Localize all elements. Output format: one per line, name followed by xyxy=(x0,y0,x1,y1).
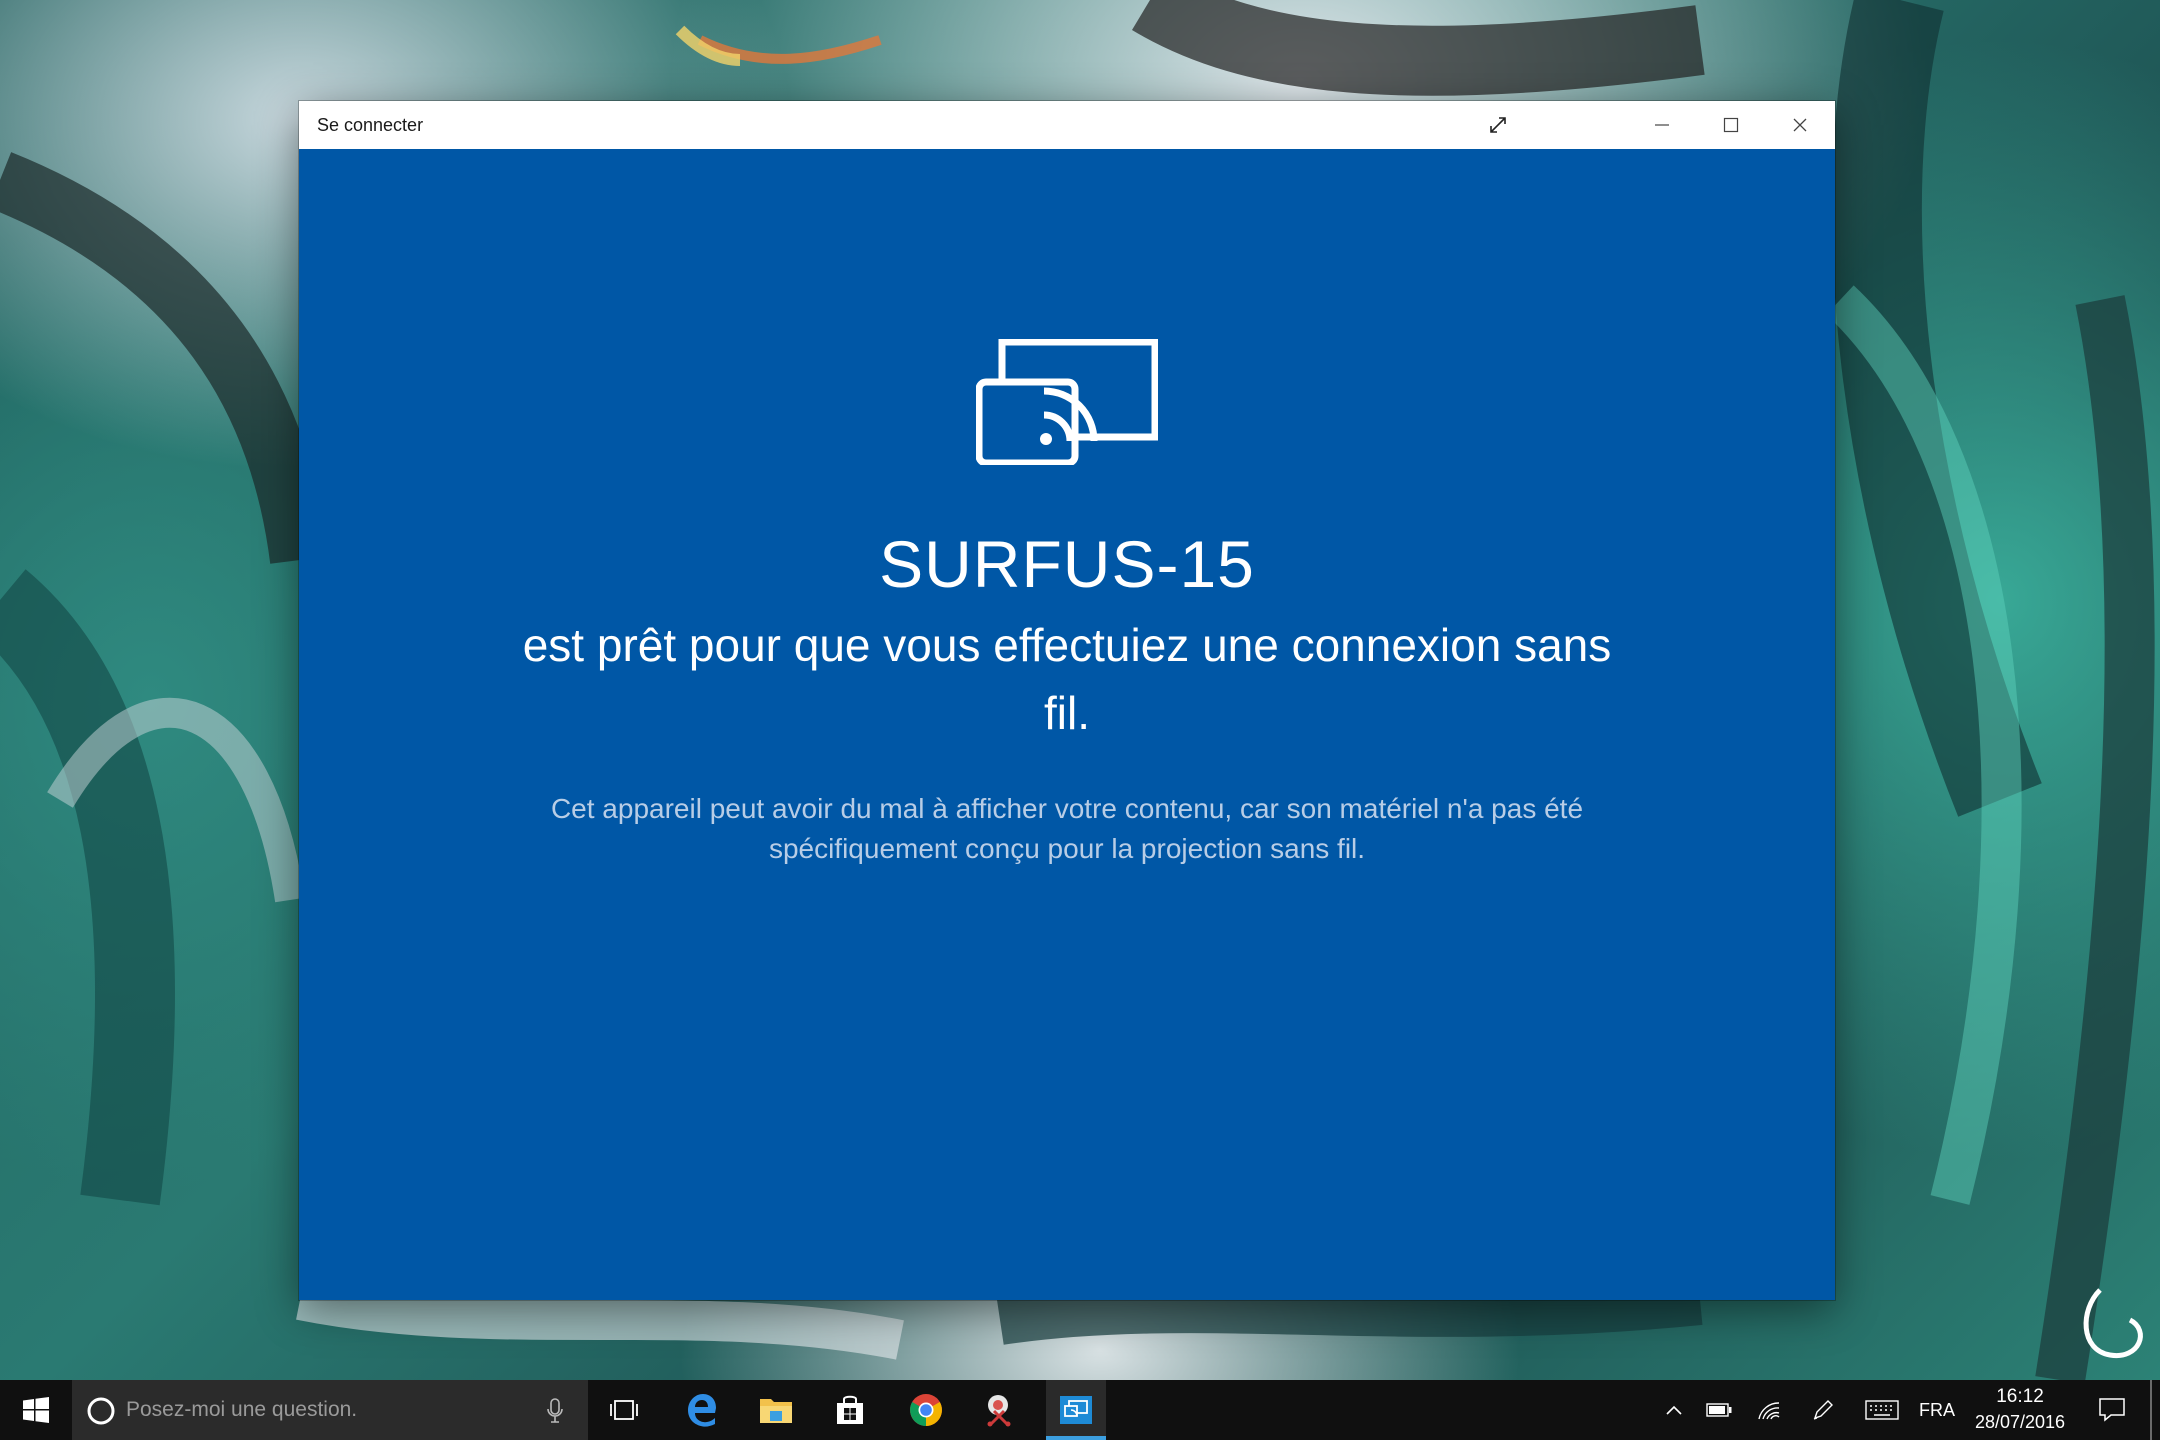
microphone-icon[interactable] xyxy=(546,1398,564,1424)
touch-keyboard-button[interactable] xyxy=(1862,1380,1902,1440)
taskbar: Posez-moi une question. FRA 16:12 28/07/… xyxy=(0,1380,2160,1440)
search-box[interactable]: Posez-moi une question. xyxy=(72,1380,588,1440)
start-icon xyxy=(23,1397,49,1423)
clock-date: 28/07/2016 xyxy=(1974,1412,2066,1432)
clock-time: 16:12 xyxy=(1996,1386,2044,1407)
cortana-icon xyxy=(87,1397,115,1425)
connect-window: Se connecter SURFUS-15 est prêt pour que… xyxy=(299,101,1835,1300)
maximize-button[interactable] xyxy=(1696,101,1765,149)
wifi-icon xyxy=(1758,1402,1780,1420)
wireless-display-icon xyxy=(976,339,1158,465)
ready-message: est prêt pour que vous effectuiez une co… xyxy=(522,619,1612,739)
battery-icon xyxy=(1706,1403,1732,1417)
search-placeholder: Posez-moi une question. xyxy=(126,1398,358,1421)
chrome-icon xyxy=(910,1394,942,1426)
close-button[interactable] xyxy=(1765,101,1834,149)
keyboard-icon xyxy=(1865,1400,1899,1420)
window-content: SURFUS-15 est prêt pour que vous effectu… xyxy=(299,149,1835,1300)
pen-button[interactable] xyxy=(1806,1380,1840,1440)
connect-app-icon xyxy=(1060,1396,1092,1424)
taskbar-edge[interactable] xyxy=(672,1380,732,1440)
active-indicator xyxy=(1046,1436,1106,1440)
taskbar-store[interactable] xyxy=(820,1380,880,1440)
fullscreen-button[interactable] xyxy=(1473,101,1523,149)
taskbar-chrome[interactable] xyxy=(896,1380,956,1440)
store-icon xyxy=(837,1395,863,1424)
expand-icon xyxy=(1490,117,1506,133)
title-bar[interactable]: Se connecter xyxy=(299,101,1835,149)
action-center-button[interactable] xyxy=(2090,1380,2134,1440)
warning-message: Cet appareil peut avoir du mal à affiche… xyxy=(550,793,1584,864)
chevron-up-icon xyxy=(1666,1405,1682,1415)
notification-icon xyxy=(2099,1398,2125,1422)
file-explorer-icon xyxy=(760,1399,792,1423)
minimize-icon xyxy=(1654,124,1669,126)
snipping-tool-icon xyxy=(987,1395,1011,1427)
battery-button[interactable] xyxy=(1702,1380,1736,1440)
task-view-button[interactable] xyxy=(596,1380,652,1440)
taskbar-connect-app[interactable] xyxy=(1046,1380,1106,1440)
input-language-button[interactable]: FRA xyxy=(1912,1380,1962,1440)
task-view-icon xyxy=(610,1400,638,1420)
show-hidden-icons-button[interactable] xyxy=(1658,1380,1690,1440)
pen-icon xyxy=(1813,1400,1833,1420)
taskbar-file-explorer[interactable] xyxy=(746,1380,806,1440)
window-title: Se connecter xyxy=(317,115,424,135)
taskbar-snipping-tool[interactable] xyxy=(970,1380,1030,1440)
device-name: SURFUS-15 xyxy=(879,527,1255,601)
maximize-icon xyxy=(1723,117,1738,133)
minimize-button[interactable] xyxy=(1627,101,1696,149)
start-button[interactable] xyxy=(0,1380,72,1440)
clock[interactable]: 16:12 28/07/2016 xyxy=(1960,1380,2080,1440)
edge-icon xyxy=(688,1394,716,1427)
show-desktop-button[interactable] xyxy=(2150,1380,2152,1440)
close-icon xyxy=(1793,118,1806,132)
language-indicator: FRA xyxy=(1919,1399,1955,1420)
wifi-button[interactable] xyxy=(1752,1380,1786,1440)
